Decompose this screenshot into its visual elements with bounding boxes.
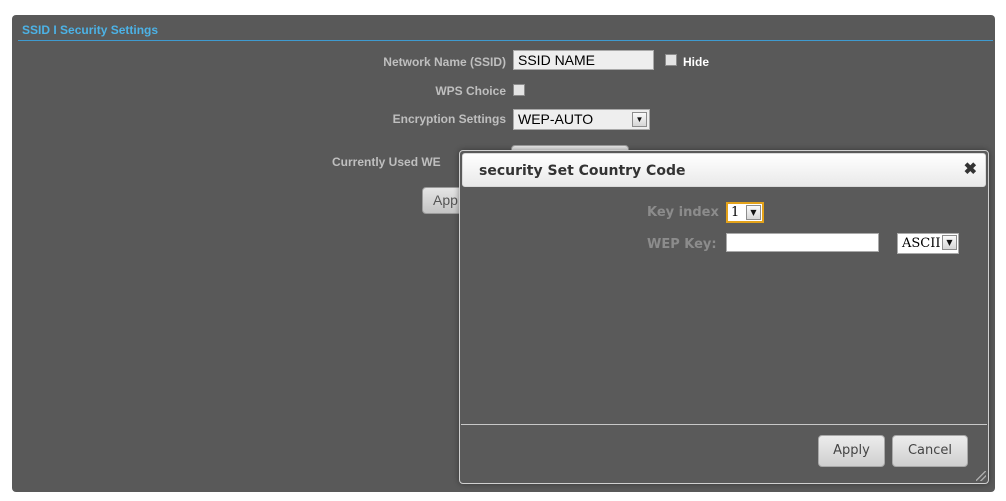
dialog-cancel-button[interactable]: Cancel	[892, 435, 968, 467]
hide-label: Hide	[683, 55, 710, 69]
key-format-select[interactable]: ASCII ▼	[897, 233, 959, 254]
key-format-value: ASCII	[902, 236, 941, 251]
key-index-select[interactable]: 1 ▼	[726, 202, 764, 223]
wps-choice-label: WPS Choice	[435, 84, 506, 98]
section-divider	[18, 40, 993, 41]
dialog-title: security Set Country Code	[479, 163, 686, 179]
encryption-select[interactable]: WEP-AUTO ▼	[513, 109, 650, 130]
close-icon[interactable]: ✖	[964, 161, 977, 179]
dialog-footer-divider	[461, 424, 987, 425]
encryption-settings-label: Encryption Settings	[392, 112, 506, 126]
wps-choice-checkbox[interactable]	[513, 84, 525, 96]
currently-used-wep-label: Currently Used WE	[332, 155, 441, 169]
wep-key-dialog: security Set Country Code ✖ Key index 1 …	[459, 150, 989, 484]
chevron-down-icon: ▼	[942, 235, 957, 250]
key-index-value: 1	[731, 205, 740, 220]
resize-grip-icon[interactable]	[976, 471, 986, 481]
wep-key-input[interactable]	[726, 233, 879, 252]
dialog-apply-button[interactable]: Apply	[818, 435, 885, 467]
encryption-select-value: WEP-AUTO	[518, 111, 594, 127]
hide-checkbox[interactable]	[665, 54, 677, 66]
wep-key-label: WEP Key:	[647, 237, 717, 252]
network-name-input[interactable]: SSID NAME	[513, 50, 654, 70]
network-name-label: Network Name (SSID)	[383, 55, 506, 69]
key-index-label: Key index	[647, 205, 719, 220]
chevron-down-icon: ▼	[746, 205, 761, 220]
chevron-down-icon: ▼	[632, 112, 647, 127]
dialog-header: security Set Country Code ✖	[462, 153, 986, 187]
section-title: SSID I Security Settings	[22, 23, 159, 37]
